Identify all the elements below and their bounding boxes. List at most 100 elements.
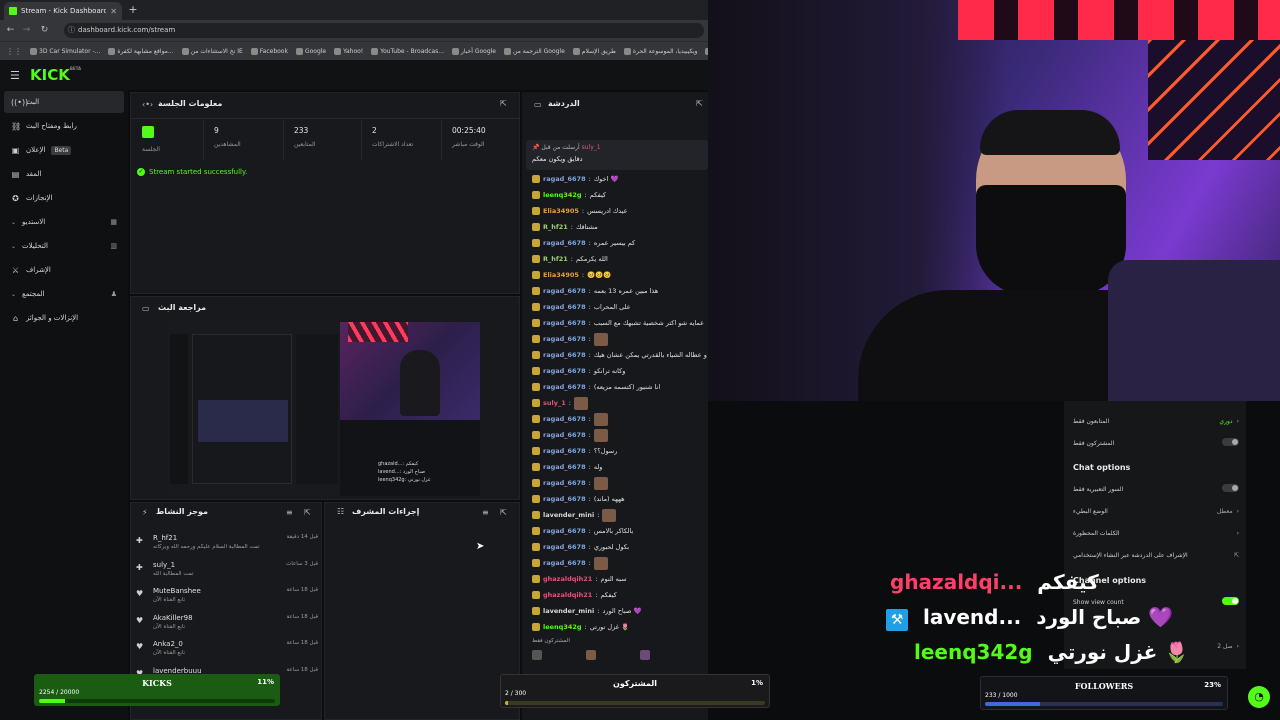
bookmark-item[interactable]: طريق الإسلام [572, 47, 616, 55]
chat-username[interactable]: ragad_6678 [543, 239, 586, 247]
chat-message[interactable]: Elia34905: عيدك ادريسس [532, 204, 708, 218]
chat-message[interactable]: ghazaldqih21: سبه النوم [532, 572, 708, 586]
bookmark-item[interactable]: مواقع مشابهة لكفرة... [108, 47, 174, 55]
chat-username[interactable]: ghazaldqih21 [543, 591, 592, 599]
popout-icon[interactable]: ⇱ [304, 508, 311, 517]
filter-icon[interactable]: ≡ [482, 508, 489, 517]
chat-message[interactable]: Elia34905: 🥺🥺🥺 [532, 268, 708, 282]
chat-username[interactable]: ragad_6678 [543, 383, 586, 391]
chat-message[interactable]: R_hf21: مشتاقك [532, 220, 708, 234]
stream-preview[interactable]: ghazald...: كيفكم lavend...: صباح الورد … [168, 322, 480, 496]
chat-username[interactable]: leenq342g [543, 191, 582, 199]
activity-row[interactable]: ✚ R_hf21 تمت المطالبة السلام عليكم ورحمه ا… [136, 534, 318, 560]
chat-username[interactable]: R_hf21 [543, 223, 568, 231]
support-chat-icon[interactable]: ◔ [1248, 686, 1270, 708]
chat-username[interactable]: Elia34905 [543, 271, 579, 279]
chat-message[interactable]: R_hf21: الله يكرمكم [532, 252, 708, 266]
chat-username[interactable]: ragad_6678 [543, 447, 586, 455]
chat-username[interactable]: ghazaldqih21 [543, 575, 592, 583]
hamburger-menu-icon[interactable]: ☰ [10, 69, 20, 82]
bookmark-item[interactable]: YouTube - Broadcas... [371, 47, 444, 55]
sidebar-item-broadcast[interactable]: ((•)) البث [4, 91, 124, 113]
chat-username[interactable]: lavender_mini [543, 511, 594, 519]
chat-message[interactable]: ragad_6678: وله [532, 460, 708, 474]
bookmark-item[interactable]: Yahoo! [334, 47, 363, 55]
bookmark-item[interactable]: أخبار Google [452, 47, 496, 55]
close-tab-icon[interactable]: ✕ [110, 7, 117, 16]
chat-username[interactable]: ragad_6678 [543, 287, 586, 295]
chat-message[interactable]: ragad_6678: هذا مبين عمره 13 بعمه [532, 284, 708, 298]
subscribers-only-row[interactable]: المشتركون فقط [1073, 436, 1239, 450]
chat-message[interactable]: ragad_6678: كم بيسير عمره [532, 236, 708, 250]
chat-message[interactable]: ragad_6678: على المحراب [532, 300, 708, 314]
sidebar-item-achievements[interactable]: ✪ الإنجازات [4, 187, 124, 209]
chat-username[interactable]: ragad_6678 [543, 559, 586, 567]
chat-message[interactable]: ragad_6678: [532, 412, 708, 426]
popout-icon[interactable]: ⇱ [500, 508, 507, 517]
emotes-only-row[interactable]: السور التعبيرية فقط [1073, 482, 1239, 496]
apps-icon[interactable]: ⋮⋮ [6, 47, 22, 56]
chat-username[interactable]: ragad_6678 [543, 303, 586, 311]
address-bar[interactable]: ⓘ dashboard.kick.com/stream [64, 23, 704, 38]
chat-username[interactable]: ragad_6678 [543, 527, 586, 535]
sidebar-item-ad[interactable]: ▣ الإعلان Beta [4, 139, 124, 161]
chat-username[interactable]: ragad_6678 [543, 479, 586, 487]
chat-username[interactable]: ragad_6678 [543, 351, 586, 359]
bookmark-item[interactable]: تخ الاستثناءات من IE [181, 47, 243, 55]
popout-icon[interactable]: ⇱ [696, 99, 703, 108]
chat-username[interactable]: ragad_6678 [543, 175, 586, 183]
sidebar-item-drops[interactable]: ⌂ الإنزالات و الجوائز [4, 307, 124, 329]
bookmark-item[interactable]: الترجمة من Google [504, 47, 565, 55]
chat-message[interactable]: ragad_6678: اخوك 💜 [532, 172, 708, 186]
activity-row[interactable]: ✚ suly_1 تمت المطالبة الله قبل 3 ساعات [136, 561, 318, 587]
bookmark-item[interactable]: Google [295, 47, 326, 55]
chat-message[interactable]: ghazaldqih21: كيفكم [532, 588, 708, 602]
activity-row[interactable]: ♥ AkaKiller98 تابع القناة الآن قبل 18 ساعة [136, 614, 318, 640]
chat-username[interactable]: ragad_6678 [543, 335, 586, 343]
site-info-icon[interactable]: ⓘ [68, 23, 75, 38]
blocked-words-row[interactable]: الكلمات المحظورة › [1073, 526, 1239, 540]
chat-message[interactable]: ragad_6678: [532, 556, 708, 570]
sidebar-item-analytics[interactable]: ⌄ التحليلات ▥ [4, 235, 124, 257]
popout-moderation-row[interactable]: الإشراف على الدردشة عبر النشاء الإستخدام… [1073, 548, 1239, 562]
kick-logo[interactable]: KICKBETA [30, 66, 81, 84]
sidebar-item-link[interactable]: ⛓ رابط ومفتاح البث [4, 115, 124, 137]
new-tab-button[interactable]: + [126, 3, 140, 17]
sidebar-item-clip[interactable]: ▤ المقد [4, 163, 124, 185]
chat-username[interactable]: ragad_6678 [543, 463, 586, 471]
reload-icon[interactable]: ↻ [38, 24, 51, 37]
chat-message[interactable]: ragad_6678: بالكاكر بالامس [532, 524, 708, 538]
chat-message[interactable]: lavender_mini: [532, 508, 708, 522]
chat-username[interactable]: leenq342g [543, 623, 582, 631]
chat-username[interactable]: R_hf21 [543, 255, 568, 263]
popout-icon[interactable]: ⇱ [500, 99, 507, 108]
chat-message[interactable]: ragad_6678: [532, 332, 708, 346]
chat-message[interactable]: ragad_6678: [532, 476, 708, 490]
chat-username[interactable]: ragad_6678 [543, 319, 586, 327]
sidebar-item-community[interactable]: ⌄ المجتمع ♟ [4, 283, 124, 305]
chat-username[interactable]: ragad_6678 [543, 495, 586, 503]
toggle-switch[interactable] [1222, 597, 1239, 605]
sidebar-item-moderation[interactable]: ⚔ الإشراف [4, 259, 124, 281]
chat-username[interactable]: ragad_6678 [543, 367, 586, 375]
chat-message[interactable]: leenq342g: كيفكم [532, 188, 708, 202]
chat-username[interactable]: ragad_6678 [543, 543, 586, 551]
browser-tab[interactable]: Stream - Kick Dashboard ✕ [4, 2, 122, 20]
chat-message[interactable]: ragad_6678: [532, 428, 708, 442]
chat-message[interactable]: ragad_6678: عمايه شو اكتر شخصية تشبهك مع … [532, 316, 708, 330]
forward-icon[interactable]: → [20, 24, 33, 37]
chat-username[interactable]: ragad_6678 [543, 415, 586, 423]
chat-message[interactable]: leenq342g: غزل نورتي 🌷 [532, 620, 708, 634]
chat-message[interactable]: ragad_6678: رسول؟؟ [532, 444, 708, 458]
back-icon[interactable]: ← [4, 24, 17, 37]
pinned-message[interactable]: 📌 أرسلت من قبل suly_1 دقايق ويكون معكم [526, 140, 708, 170]
activity-row[interactable]: ♥ MuteBanshee تابع القناة الآن قبل 18 ساعة [136, 587, 318, 613]
chat-username[interactable]: lavender_mini [543, 607, 594, 615]
toggle-switch[interactable] [1222, 438, 1239, 446]
chat-message[interactable]: suly_1: [532, 396, 708, 410]
chat-message[interactable]: ragad_6678: انا شنيور (كتسمه مزيعه) [532, 380, 708, 394]
bookmark-item[interactable]: 3D Car Simulator -... [30, 47, 100, 55]
followers-only-row[interactable]: المتابعون فقط دوري › [1073, 414, 1239, 428]
toggle-switch[interactable] [1222, 484, 1239, 492]
chat-message[interactable]: ragad_6678: بكول لحبوري [532, 540, 708, 554]
